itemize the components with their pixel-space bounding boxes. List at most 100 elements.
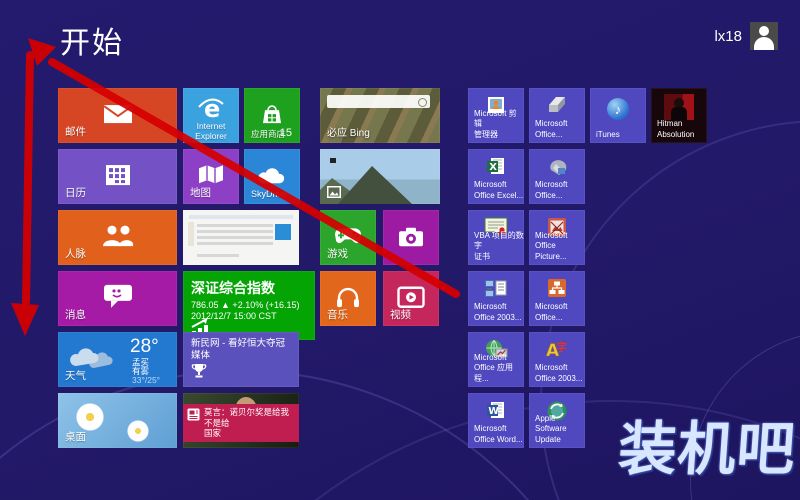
tile-office-picture[interactable]: Microsoft Office Picture...	[529, 210, 585, 265]
tile-label: Microsoft Office...	[535, 302, 568, 322]
tile-label: VBA 项目的数字 证书	[474, 230, 524, 261]
avatar	[750, 22, 778, 50]
preview-windows-logo	[275, 224, 291, 240]
store-badge: 15	[279, 127, 292, 139]
tile-bing[interactable]: 必应 Bing	[320, 88, 440, 143]
tile-app-preview[interactable]	[183, 210, 299, 265]
tile-label: 消息	[65, 309, 86, 322]
tile-messaging[interactable]: 消息	[58, 271, 177, 326]
headphones-icon	[335, 285, 361, 309]
tile-clip-organizer[interactable]: Microsoft 剪辑 管理器	[468, 88, 524, 143]
start-screen: 开始 lx18 邮件 e Internet Explorer 应用商店 15 日历	[0, 0, 800, 500]
tile-office-orgchart[interactable]: Microsoft Office...	[529, 271, 585, 326]
excel-icon: X	[486, 156, 506, 176]
tile-office-scanner[interactable]: Microsoft Office...	[529, 88, 585, 143]
bing-search-bar	[327, 95, 430, 108]
news-icon	[187, 408, 200, 421]
tile-label: 邮件	[65, 126, 86, 139]
tile-office-language[interactable]: A字 Microsoft Office 2003...	[529, 332, 585, 387]
arrow-head-down	[11, 303, 39, 336]
tile-label: 日历	[65, 187, 86, 200]
tile-label: 音乐	[327, 309, 348, 322]
tile-sports[interactable]: 新民网 - 看好恒大夺冠媒体	[183, 332, 299, 387]
message-bubble-icon	[103, 283, 133, 309]
tile-label: Microsoft Office Excel...	[474, 180, 524, 200]
tile-label: Microsoft Office Word...	[474, 424, 523, 444]
tile-label: iTunes	[596, 129, 620, 139]
tile-maps[interactable]: 地图	[183, 149, 239, 204]
svg-text:W: W	[488, 406, 499, 417]
preview-row	[197, 236, 273, 239]
tile-label: 地图	[190, 187, 211, 200]
preview-row	[197, 242, 273, 245]
maps-icon	[198, 164, 224, 186]
camera-icon	[397, 225, 425, 247]
preview-sidebar	[188, 222, 194, 246]
finance-index-name: 深证综合指数	[191, 280, 275, 296]
tile-desktop[interactable]: 桌面	[58, 393, 177, 448]
tile-office-app-recovery[interactable]: Microsoft Office 应用程...	[468, 332, 524, 387]
tile-label: 视频	[390, 309, 411, 322]
tile-weather[interactable]: 28° 孟买 有雾 33°/25° 天气	[58, 332, 177, 387]
tile-office-excel[interactable]: X Microsoft Office Excel...	[468, 149, 524, 204]
tile-skydrive[interactable]: SkyDrive	[244, 149, 300, 204]
tile-people[interactable]: 人脉	[58, 210, 177, 265]
svg-text:X: X	[489, 162, 497, 173]
tile-store[interactable]: 应用商店 15	[244, 88, 300, 143]
username: lx18	[714, 27, 742, 45]
search-icon	[418, 97, 427, 107]
tile-hitman[interactable]: Hitman Absolution	[651, 88, 707, 143]
tile-camera[interactable]	[383, 210, 439, 265]
tile-office-word[interactable]: W Microsoft Office Word...	[468, 393, 524, 448]
game-controller-icon	[333, 226, 363, 246]
photo-mountain	[338, 166, 412, 204]
tile-label: 人脉	[65, 248, 86, 261]
svg-text:字: 字	[556, 340, 567, 354]
tile-label: Hitman Absolution	[657, 119, 695, 139]
tile-label: 天气	[65, 370, 86, 383]
sports-headline: 新民网 - 看好恒大夺冠媒体	[191, 338, 285, 362]
tile-calendar[interactable]: 日历	[58, 149, 177, 204]
news-headline: 莫言：诺贝尔奖是给我不是给 国家	[204, 407, 290, 439]
tile-label: Microsoft Office...	[535, 119, 568, 139]
photo-cablecar	[330, 158, 336, 163]
tile-vba-certificate[interactable]: VBA 项目的数字 证书	[468, 210, 524, 265]
tile-finance[interactable]: 深证综合指数 786.05 ▲ +2.10% (+16.15) 2012/12/…	[183, 271, 315, 340]
tile-label: Microsoft Office...	[535, 180, 568, 200]
tile-label: Microsoft 剪辑 管理器	[474, 108, 517, 139]
tile-games[interactable]: 游戏	[320, 210, 376, 265]
trophy-icon	[191, 364, 207, 378]
tile-internet-explorer[interactable]: e Internet Explorer	[183, 88, 239, 143]
arrow-head-up-left	[28, 38, 56, 66]
tile-mail[interactable]: 邮件	[58, 88, 177, 143]
tile-label: 必应 Bing	[327, 128, 370, 139]
tile-label: 游戏	[327, 248, 348, 261]
preview-row	[197, 254, 239, 257]
arrow-vertical-line	[22, 51, 34, 306]
scanner-icon	[546, 95, 568, 115]
people-icon	[101, 224, 135, 248]
tile-apple-software-update[interactable]: Apple Software Update	[529, 393, 585, 448]
doc-imaging-icon	[547, 156, 567, 176]
tile-photos[interactable]	[320, 149, 440, 204]
computers-doc-icon	[484, 278, 508, 298]
tile-label: Internet Explorer	[195, 121, 227, 141]
tile-label: 桌面	[65, 431, 86, 444]
itunes-icon: ♪	[607, 98, 629, 120]
tile-label: Microsoft Office 应用程...	[474, 352, 513, 383]
language-settings-icon: A字	[545, 339, 569, 359]
cloud-icon	[257, 165, 287, 185]
tile-label: Apple Software Update	[535, 413, 567, 444]
preview-row	[197, 224, 273, 227]
tile-itunes[interactable]: ♪ iTunes	[590, 88, 646, 143]
tile-label: Microsoft Office Picture...	[535, 230, 568, 261]
page-title: 开始	[60, 27, 124, 60]
tile-music[interactable]: 音乐	[320, 271, 376, 326]
user-account[interactable]: lx18	[714, 22, 778, 50]
tile-office-2003-settings[interactable]: Microsoft Office 2003...	[468, 271, 524, 326]
tile-label: SkyDrive	[251, 189, 288, 200]
tile-office-doc-imaging[interactable]: Microsoft Office...	[529, 149, 585, 204]
photos-icon	[327, 186, 341, 198]
tile-news[interactable]: 莫言：诺贝尔奖是给我不是给 国家	[183, 393, 299, 448]
tile-video[interactable]: 视频	[383, 271, 439, 326]
